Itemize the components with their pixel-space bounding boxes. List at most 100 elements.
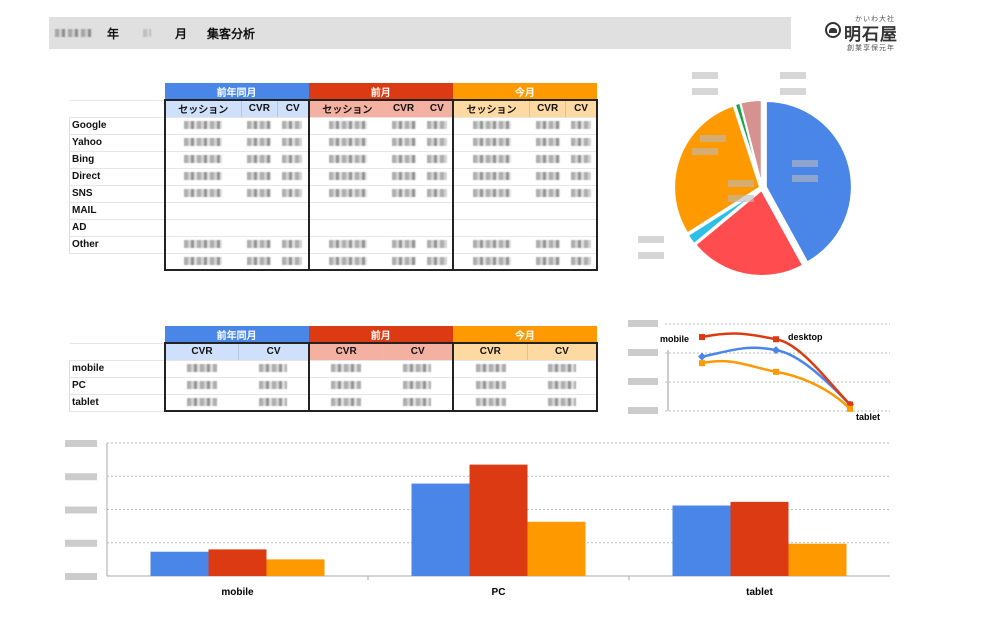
data-cell: [383, 360, 453, 378]
redacted-value: [547, 381, 576, 390]
redacted-value: [331, 381, 362, 390]
source-pie-chart: [638, 72, 853, 277]
redacted-value: [331, 398, 362, 407]
bar-mobile-2: [266, 559, 325, 576]
redacted-value: [570, 138, 591, 147]
data-cell: [238, 394, 309, 412]
redacted-value: [328, 257, 367, 266]
data-cell: [451, 360, 528, 378]
redacted-value: [426, 138, 447, 147]
line-point: [698, 352, 706, 361]
category-label: tablet: [856, 412, 880, 422]
redacted-value: [282, 240, 303, 249]
column-header: CVR: [451, 342, 528, 361]
redacted-value: [391, 240, 416, 249]
redacted-value: [391, 172, 416, 181]
data-cell: [307, 202, 386, 220]
data-cell: [529, 253, 566, 271]
redacted-value: [247, 189, 272, 198]
data-cell: [385, 202, 422, 220]
category-label: mobile: [660, 334, 689, 344]
redacted-value: [282, 121, 303, 130]
pie-label-redacted: [692, 148, 718, 155]
data-cell: [241, 236, 278, 254]
redacted-value: [472, 257, 511, 266]
report-title: 集客分析: [207, 26, 256, 41]
data-cell: [385, 185, 422, 203]
year-value: [55, 29, 93, 37]
data-cell: [307, 151, 386, 169]
data-cell: [241, 134, 278, 152]
row-label: PC: [69, 376, 165, 395]
table-row: PC: [69, 376, 598, 395]
column-header: CVR: [163, 342, 239, 361]
data-cell: [421, 134, 453, 152]
redacted-value: [426, 257, 447, 266]
row-label: tablet: [69, 393, 165, 412]
column-header: CV: [238, 342, 309, 361]
logo-name: 明石屋: [844, 25, 898, 45]
redacted-value: [535, 240, 560, 249]
redacted-value: [472, 172, 511, 181]
data-cell: [383, 394, 453, 412]
group-header-prev-month: 前月: [308, 326, 453, 344]
redacted-value: [475, 364, 506, 373]
redacted-value: [391, 121, 416, 130]
data-cell: [451, 394, 528, 412]
data-cell: [451, 168, 530, 186]
redacted-value: [391, 189, 416, 198]
redacted-value: [391, 155, 416, 164]
data-cell: [565, 236, 599, 254]
table-row: [69, 253, 599, 271]
redacted-value: [570, 257, 591, 266]
redacted-value: [535, 257, 560, 266]
column-header: CVR: [385, 99, 422, 118]
data-cell: [527, 394, 598, 412]
column-header: CVR: [529, 99, 566, 118]
data-cell: [421, 202, 453, 220]
data-cell: [385, 236, 422, 254]
pie-label-redacted: [728, 180, 754, 187]
data-cell: [451, 253, 530, 271]
data-cell: [277, 168, 309, 186]
data-cell: [529, 236, 566, 254]
data-cell: [163, 117, 242, 135]
data-cell: [565, 253, 599, 271]
redacted-value: [426, 155, 447, 164]
redacted-value: [426, 189, 447, 198]
data-cell: [385, 134, 422, 152]
data-cell: [421, 117, 453, 135]
data-cell: [277, 185, 309, 203]
redacted-value: [184, 121, 223, 130]
y-tick-label-redacted: [65, 506, 97, 514]
line-point: [699, 360, 705, 367]
data-cell: [421, 185, 453, 203]
y-tick-label-redacted: [65, 440, 97, 447]
data-cell: [241, 253, 278, 271]
row-label: Bing: [69, 150, 165, 169]
redacted-value: [259, 398, 288, 407]
redacted-value: [535, 189, 560, 198]
column-header: セッション: [451, 99, 530, 118]
data-cell: [163, 151, 242, 169]
data-cell: [421, 168, 453, 186]
redacted-value: [570, 240, 591, 249]
redacted-value: [187, 381, 218, 390]
redacted-value: [426, 240, 447, 249]
redacted-value: [535, 155, 560, 164]
bar-mobile-0: [150, 551, 209, 576]
pie-label-redacted: [692, 88, 718, 95]
y-tick-label-redacted: [65, 573, 97, 580]
data-cell: [451, 117, 530, 135]
redacted-value: [282, 138, 303, 147]
redacted-value: [187, 398, 218, 407]
table-row: AD: [69, 218, 599, 237]
data-cell: [385, 253, 422, 271]
row-label: SNS: [69, 184, 165, 203]
redacted-value: [403, 364, 432, 373]
data-cell: [565, 151, 599, 169]
data-cell: [451, 236, 530, 254]
year-suffix: 年: [107, 26, 120, 41]
data-cell: [421, 151, 453, 169]
redacted-value: [184, 172, 223, 181]
